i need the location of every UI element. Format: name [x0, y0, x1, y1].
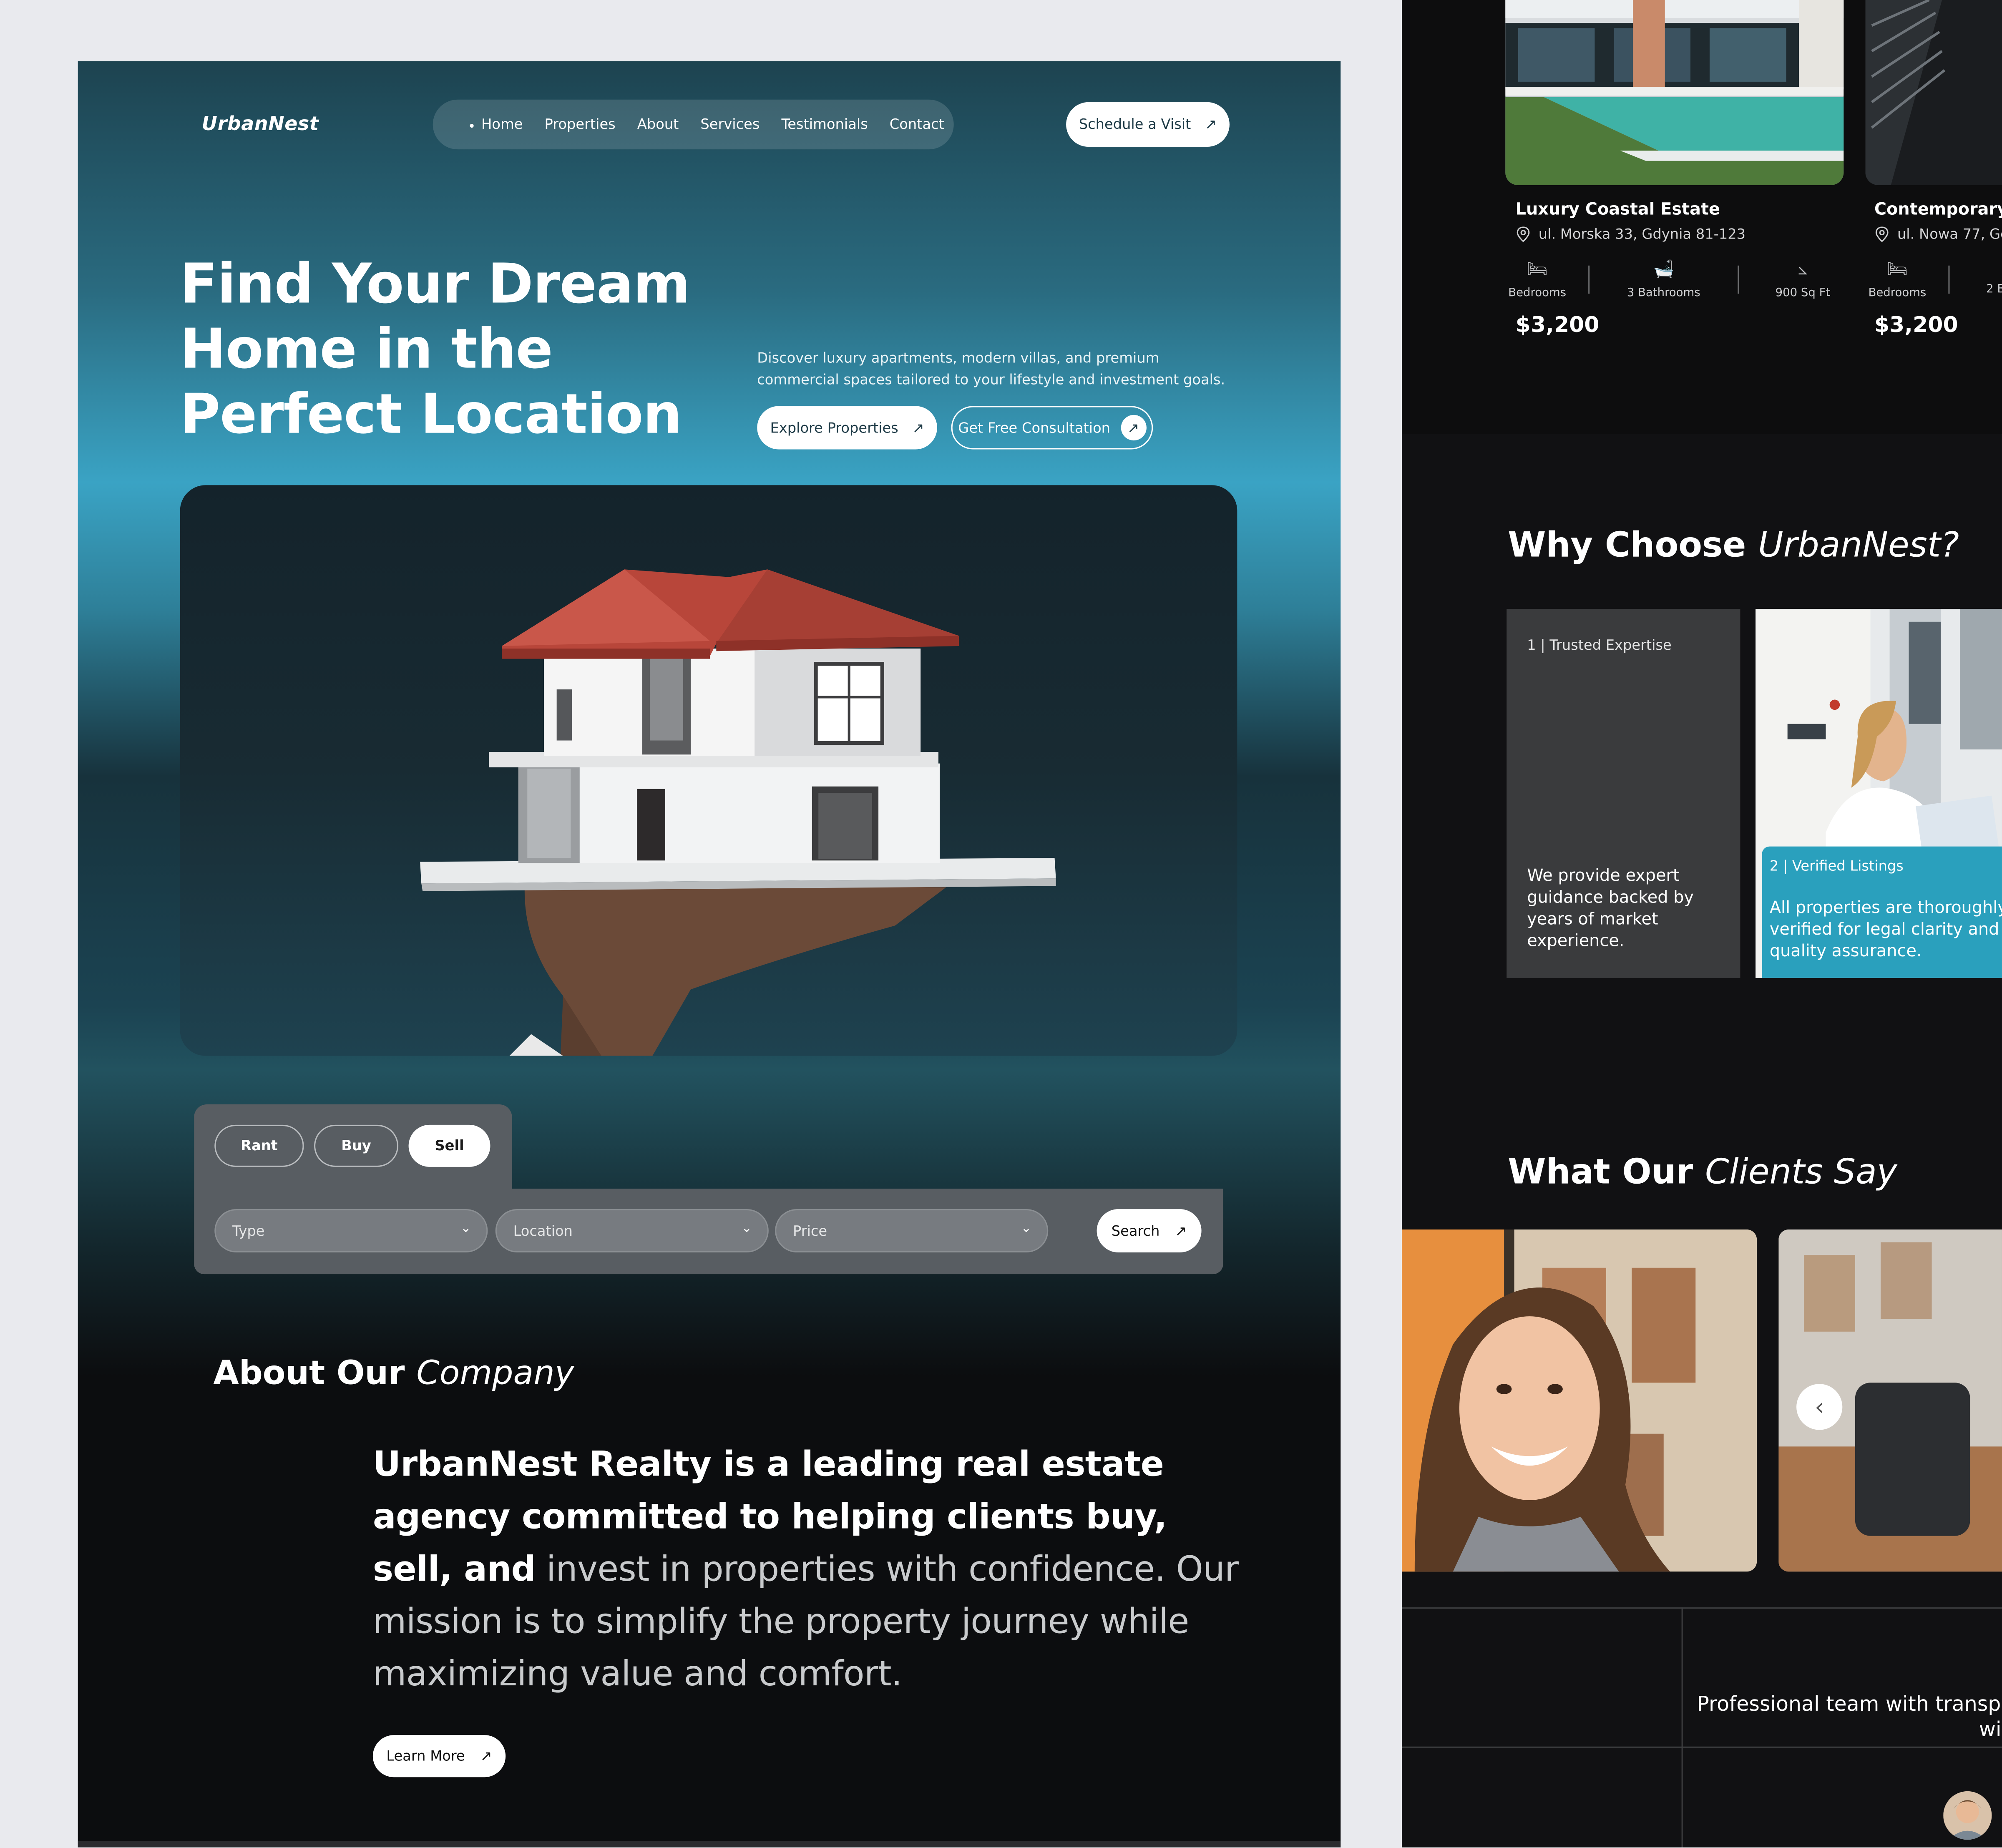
- property-price: $3,200: [1515, 312, 1600, 339]
- landing-page: UrbanNest Home Properties About Services…: [78, 61, 1341, 1848]
- properties-section: Luxury Coastal Estate ul. Morska 33, Gdy…: [1402, 0, 2002, 434]
- bath-icon: 🛁: [1653, 260, 1674, 280]
- main-nav: Home Properties About Services Testimoni…: [433, 99, 954, 150]
- location-select[interactable]: Location ⌄: [495, 1209, 769, 1253]
- property-title[interactable]: Contemporary: [1874, 201, 2002, 220]
- why-card-label: 1 | Trusted Expertise: [1527, 637, 1672, 654]
- bathrooms-feature: 2 B: [1986, 283, 2002, 297]
- tab-rant[interactable]: Rant: [214, 1124, 304, 1167]
- schedule-visit-button[interactable]: Schedule a Visit ↗: [1066, 102, 1230, 147]
- why-card-overlay: 2 | Verified Listings All properties are…: [1762, 846, 2002, 978]
- price-select[interactable]: Price ⌄: [775, 1209, 1049, 1253]
- about-text: UrbanNest Realty is a leading real estat…: [372, 1445, 1239, 1695]
- stage: UrbanNest Home Properties About Services…: [0, 0, 2002, 1848]
- chevron-left-icon: ‹: [1815, 1393, 1824, 1421]
- filters-row: Type ⌄ Location ⌄ Price ⌄ Search ↗: [194, 1189, 1223, 1274]
- area-icon: ⦣: [1798, 260, 1808, 280]
- tab-buy[interactable]: Buy: [314, 1124, 399, 1167]
- nav-item-contact[interactable]: Contact: [890, 116, 944, 133]
- type-select[interactable]: Type ⌄: [214, 1209, 488, 1253]
- avatar: [1943, 1791, 1992, 1840]
- location-pin-icon: [1875, 226, 1889, 242]
- property-address: ul. Morska 33, Gdynia 81-123: [1516, 226, 1745, 243]
- property-image[interactable]: [1865, 0, 2002, 185]
- logo[interactable]: UrbanNest: [202, 112, 319, 135]
- feature-divider: [1738, 265, 1739, 294]
- arrow-up-right-icon: ↗: [912, 419, 924, 436]
- bed-icon: 🛏: [1886, 260, 1908, 280]
- bedrooms-feature: 🛏 Bedrooms: [1861, 260, 1933, 300]
- clients-heading: What Our Clients Say: [1508, 1153, 1897, 1193]
- arrow-up-right-icon: ↗: [1205, 116, 1217, 133]
- nav-item-home[interactable]: Home: [470, 116, 523, 133]
- chevron-down-icon: ⌄: [1021, 1222, 1032, 1236]
- property-image[interactable]: [1505, 0, 1844, 185]
- prev-testimonial-button[interactable]: ‹: [1796, 1384, 1843, 1430]
- hero-title: Find Your Dream Home in the Perfect Loca…: [180, 253, 691, 447]
- divider: [1681, 1607, 1683, 1848]
- location-pin-icon: [1517, 226, 1530, 242]
- testimonial-photo: [1402, 1229, 1757, 1572]
- why-card-text: All properties are thoroughly verified f…: [1769, 899, 2002, 962]
- secondary-page: Luxury Coastal Estate ul. Morska 33, Gdy…: [1402, 0, 2002, 1848]
- nav-item-properties[interactable]: Properties: [545, 116, 616, 133]
- feature-divider: [1588, 265, 1590, 294]
- arrow-up-right-icon: ↗: [1175, 1222, 1187, 1239]
- why-card-listings: 2 | Verified Listings All properties are…: [1756, 609, 2002, 978]
- bed-icon: 🛏: [1527, 260, 1548, 280]
- search-button[interactable]: Search ↗: [1097, 1209, 1202, 1253]
- house-model-illustration: [420, 569, 1056, 1056]
- arrow-up-right-icon: ↗: [1120, 415, 1146, 441]
- divider: [1402, 1607, 2002, 1609]
- testimonial-quote: Professional team with transpa wi: [1697, 1692, 2002, 1742]
- page-divider: [78, 1841, 1341, 1848]
- explore-properties-button[interactable]: Explore Properties ↗: [757, 406, 937, 450]
- property-title[interactable]: Luxury Coastal Estate: [1516, 201, 1720, 220]
- tab-sell[interactable]: Sell: [408, 1124, 490, 1167]
- free-consultation-button[interactable]: Get Free Consultation ↗: [951, 406, 1153, 450]
- why-heading: Why Choose UrbanNest?: [1508, 526, 1959, 566]
- about-heading: About Our Company: [213, 1354, 574, 1393]
- nav-item-services[interactable]: Services: [700, 116, 760, 133]
- bedrooms-feature: 🛏 Bedrooms: [1502, 260, 1573, 300]
- hero-image: [180, 485, 1237, 1056]
- active-dot-icon: [470, 123, 474, 127]
- property-address: ul. Nowa 77, Gd: [1874, 226, 2002, 243]
- feature-divider: [1948, 265, 1950, 294]
- learn-more-button[interactable]: Learn More ↗: [372, 1735, 506, 1778]
- chevron-down-icon: ⌄: [741, 1222, 752, 1236]
- area-feature: ⦣ 900 Sq Ft: [1767, 260, 1839, 300]
- arrow-up-right-icon: ↗: [480, 1747, 492, 1765]
- why-card-label: 2 | Verified Listings: [1769, 858, 1904, 875]
- chevron-down-icon: ⌄: [460, 1222, 471, 1236]
- bathrooms-feature: 🛁 3 Bathrooms: [1619, 260, 1708, 300]
- why-card-expertise: 1 | Trusted Expertise We provide expert …: [1507, 609, 1740, 978]
- nav-item-testimonials[interactable]: Testimonials: [781, 116, 868, 133]
- why-card-text: We provide expert guidance backed by yea…: [1527, 867, 1694, 951]
- property-price: $3,200: [1874, 312, 1958, 339]
- nav-item-about[interactable]: About: [637, 116, 679, 133]
- divider: [1402, 1746, 2002, 1748]
- hero-description: Discover luxury apartments, modern villa…: [757, 349, 1225, 388]
